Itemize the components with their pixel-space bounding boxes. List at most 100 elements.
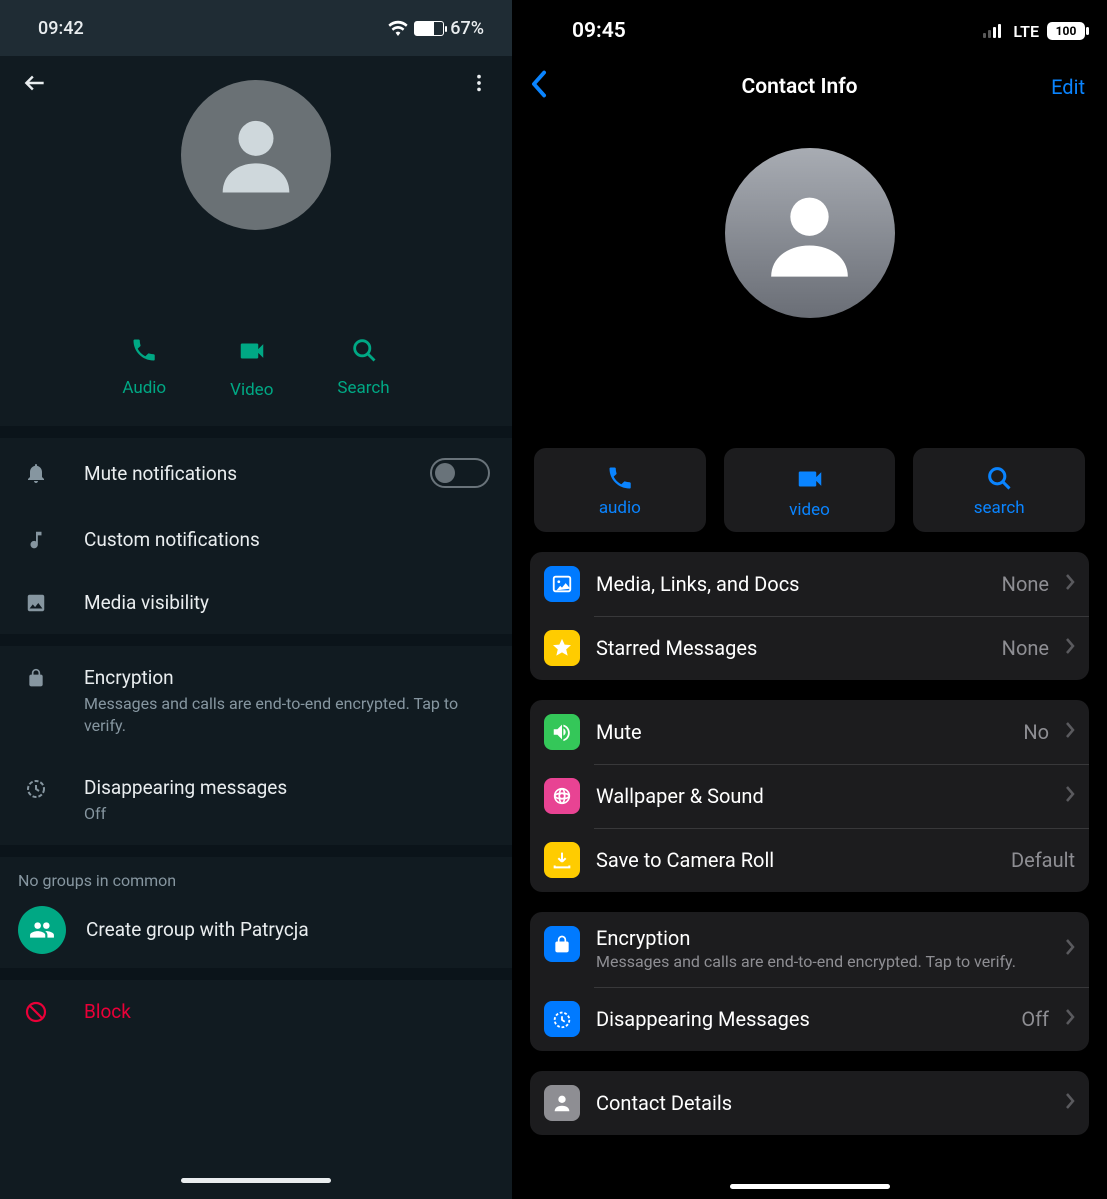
search-button[interactable]: search bbox=[913, 448, 1085, 532]
row-value: Off bbox=[1021, 1007, 1049, 1031]
disappearing-messages-row[interactable]: Disappearing Messages Off bbox=[530, 987, 1089, 1051]
row-label: Mute notifications bbox=[84, 462, 396, 485]
save-camera-roll-row[interactable]: Save to Camera Roll Default bbox=[530, 828, 1089, 892]
video-icon bbox=[237, 336, 267, 366]
row-label: Starred Messages bbox=[596, 636, 986, 660]
video-call-button[interactable]: Video bbox=[230, 336, 273, 400]
status-time: 09:42 bbox=[38, 18, 84, 39]
mute-row[interactable]: Mute No bbox=[530, 700, 1089, 764]
action-label: video bbox=[789, 500, 830, 520]
row-label: Disappearing Messages bbox=[596, 1007, 1005, 1031]
edit-button[interactable]: Edit bbox=[1051, 75, 1085, 99]
action-label: audio bbox=[599, 498, 641, 518]
contact-details-row[interactable]: Contact Details bbox=[530, 1071, 1089, 1135]
encryption-row[interactable]: Encryption Messages and calls are end-to… bbox=[530, 912, 1089, 987]
nav-pill bbox=[730, 1184, 890, 1189]
block-icon bbox=[22, 1000, 50, 1024]
timer-icon bbox=[544, 1001, 580, 1037]
row-value: None bbox=[1002, 572, 1049, 596]
battery-icon bbox=[414, 21, 444, 36]
wallpaper-icon bbox=[544, 778, 580, 814]
lock-icon bbox=[544, 926, 580, 962]
wallpaper-sound-row[interactable]: Wallpaper & Sound bbox=[530, 764, 1089, 828]
chevron-right-icon bbox=[1065, 784, 1075, 808]
row-label: Block bbox=[84, 1000, 490, 1023]
video-icon bbox=[795, 464, 825, 494]
media-group: Media, Links, and Docs None Starred Mess… bbox=[530, 552, 1089, 680]
action-label: Audio bbox=[122, 378, 166, 398]
row-value: None bbox=[1002, 636, 1049, 660]
chevron-right-icon bbox=[1065, 720, 1075, 744]
chevron-right-icon bbox=[1065, 1007, 1075, 1031]
block-row[interactable]: Block bbox=[0, 980, 512, 1044]
media-visibility-row[interactable]: Media visibility bbox=[0, 571, 512, 634]
action-label: search bbox=[974, 498, 1025, 518]
media-links-docs-row[interactable]: Media, Links, and Docs None bbox=[530, 552, 1089, 616]
row-sub: Messages and calls are end-to-end encryp… bbox=[84, 693, 490, 736]
ios-contact-info-screen: 09:45 LTE 100 Contact Info Edit audio vi… bbox=[512, 0, 1107, 1199]
avatar[interactable] bbox=[725, 148, 895, 318]
row-label: Disappearing messages bbox=[84, 776, 490, 799]
phone-icon bbox=[130, 336, 158, 364]
battery-icon: 100 bbox=[1047, 22, 1085, 40]
mute-notifications-row[interactable]: Mute notifications bbox=[0, 438, 512, 508]
row-label: Wallpaper & Sound bbox=[596, 784, 1049, 808]
row-label: Create group with Patrycja bbox=[86, 918, 494, 941]
avatar[interactable] bbox=[181, 80, 331, 230]
wifi-icon bbox=[388, 20, 408, 36]
cellular-icon bbox=[983, 24, 1005, 38]
person-icon bbox=[544, 1085, 580, 1121]
back-icon[interactable] bbox=[22, 70, 48, 100]
download-icon bbox=[544, 842, 580, 878]
mute-toggle[interactable] bbox=[430, 458, 490, 488]
row-label: Save to Camera Roll bbox=[596, 848, 995, 872]
music-note-icon bbox=[22, 529, 50, 551]
row-label: Encryption bbox=[596, 926, 1049, 950]
create-group-row[interactable]: Create group with Patrycja bbox=[0, 892, 512, 968]
action-label: Search bbox=[337, 378, 389, 398]
search-button[interactable]: Search bbox=[337, 336, 389, 400]
row-sub: Off bbox=[84, 803, 490, 825]
settings-group: Mute No Wallpaper & Sound Save to Camera… bbox=[530, 700, 1089, 892]
image-icon bbox=[544, 566, 580, 602]
chevron-right-icon bbox=[1065, 1091, 1075, 1115]
star-icon bbox=[544, 630, 580, 666]
contact-header: Audio Video Search bbox=[0, 56, 512, 426]
contact-details-group: Contact Details bbox=[530, 1071, 1089, 1135]
row-value: No bbox=[1023, 720, 1049, 744]
page-title: Contact Info bbox=[742, 75, 858, 99]
nav-pill bbox=[181, 1178, 331, 1183]
disappearing-messages-row[interactable]: Disappearing messages Off bbox=[0, 756, 512, 845]
lock-icon bbox=[22, 666, 50, 690]
phone-icon bbox=[606, 464, 634, 492]
row-sub: Messages and calls are end-to-end encryp… bbox=[596, 952, 1049, 973]
android-statusbar: 09:42 67% bbox=[0, 0, 512, 56]
search-icon bbox=[350, 336, 378, 364]
network-label: LTE bbox=[1013, 22, 1039, 41]
search-icon bbox=[985, 464, 1013, 492]
more-icon[interactable] bbox=[468, 72, 490, 98]
back-icon[interactable] bbox=[530, 70, 548, 104]
encryption-row[interactable]: Encryption Messages and calls are end-to… bbox=[0, 646, 512, 756]
group-add-icon bbox=[18, 906, 66, 954]
status-time: 09:45 bbox=[572, 19, 626, 43]
security-group: Encryption Messages and calls are end-to… bbox=[530, 912, 1089, 1051]
row-label: Mute bbox=[596, 720, 1007, 744]
ios-navbar: Contact Info Edit bbox=[512, 62, 1107, 112]
android-contact-info-screen: 09:42 67% Audio bbox=[0, 0, 512, 1199]
row-label: Media visibility bbox=[84, 591, 490, 614]
video-call-button[interactable]: video bbox=[724, 448, 896, 532]
audio-call-button[interactable]: Audio bbox=[122, 336, 166, 400]
custom-notifications-row[interactable]: Custom notifications bbox=[0, 508, 512, 571]
starred-messages-row[interactable]: Starred Messages None bbox=[530, 616, 1089, 680]
battery-percent: 67% bbox=[450, 18, 484, 39]
timer-icon bbox=[22, 776, 50, 800]
row-label: Custom notifications bbox=[84, 528, 490, 551]
groups-caption: No groups in common bbox=[0, 857, 512, 892]
row-label: Media, Links, and Docs bbox=[596, 572, 986, 596]
audio-call-button[interactable]: audio bbox=[534, 448, 706, 532]
row-value: Default bbox=[1011, 848, 1075, 872]
chevron-right-icon bbox=[1065, 572, 1075, 596]
chevron-right-icon bbox=[1065, 636, 1075, 660]
chevron-right-icon bbox=[1065, 937, 1075, 961]
